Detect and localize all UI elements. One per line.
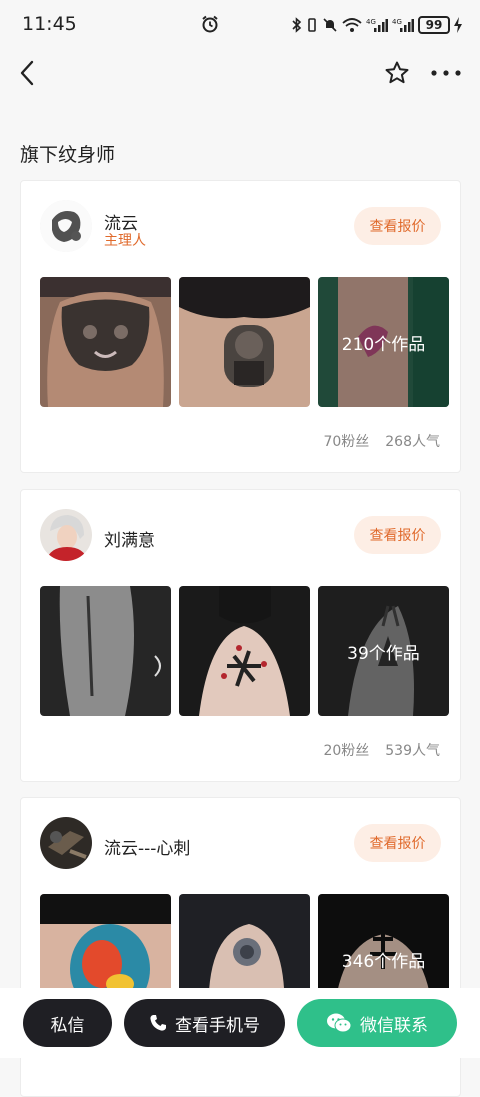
private-message-label: 私信 <box>50 1015 85 1036</box>
artist-stats: 20粉丝 539人气 <box>323 740 440 760</box>
svg-text:4G: 4G <box>366 18 376 26</box>
status-time: 11:45 <box>22 13 77 35</box>
bluetooth-icon <box>292 17 302 33</box>
view-quote-button[interactable]: 查看报价 <box>354 824 441 862</box>
artist-stats: 70粉丝 268人气 <box>323 431 440 451</box>
top-nav <box>0 50 480 96</box>
bottom-action-bar: 私信 查看手机号 微信联系 <box>0 988 480 1058</box>
battery-indicator: 99 <box>418 16 450 34</box>
artist-card[interactable]: 刘满意 查看报价 39个作品 20粉丝 539人气 <box>20 489 461 782</box>
popularity-count: 539人气 <box>385 743 440 759</box>
alarm-icon <box>202 15 218 33</box>
back-button[interactable] <box>12 56 42 90</box>
works-count[interactable]: 39个作品 <box>318 586 449 716</box>
more-button[interactable] <box>428 58 464 88</box>
favorite-button[interactable] <box>382 58 412 88</box>
works-count[interactable]: 210个作品 <box>318 277 449 407</box>
work-photo[interactable] <box>40 586 171 716</box>
work-photo[interactable] <box>179 277 310 407</box>
view-phone-label: 查看手机号 <box>175 1015 260 1036</box>
mute-bell-icon <box>323 18 337 32</box>
works-gallery: 39个作品 <box>40 586 450 716</box>
signal-icon-2: 4G <box>392 18 414 32</box>
avatar[interactable] <box>40 200 92 252</box>
work-photo[interactable] <box>179 586 310 716</box>
view-quote-button[interactable]: 查看报价 <box>354 516 441 554</box>
charging-icon <box>454 17 462 33</box>
fans-count: 70粉丝 <box>323 434 370 450</box>
phone-icon <box>150 1015 166 1031</box>
wechat-contact-button[interactable]: 微信联系 <box>297 999 457 1047</box>
section-title: 旗下纹身师 <box>20 144 116 166</box>
work-photo[interactable]: 39个作品 <box>318 586 449 716</box>
chevron-left-icon <box>20 60 34 86</box>
star-icon <box>385 61 409 84</box>
artist-name: 刘满意 <box>104 531 155 551</box>
fans-count: 20粉丝 <box>323 743 370 759</box>
vibrate-icon <box>308 18 316 32</box>
artist-card[interactable]: 流云 主理人 查看报价 210个作品 70粉丝 268人气 <box>20 180 461 473</box>
signal-icon: 4G <box>366 18 388 32</box>
wechat-contact-label: 微信联系 <box>360 1015 428 1036</box>
popularity-count: 268人气 <box>385 434 440 450</box>
avatar[interactable] <box>40 817 92 869</box>
avatar[interactable] <box>40 509 92 561</box>
svg-text:4G: 4G <box>392 18 402 26</box>
view-phone-button[interactable]: 查看手机号 <box>124 999 285 1047</box>
status-icons: 4G 4G 99 <box>292 14 462 36</box>
wechat-icon <box>327 1013 352 1033</box>
view-quote-button[interactable]: 查看报价 <box>354 207 441 245</box>
work-photo[interactable]: 210个作品 <box>318 277 449 407</box>
artist-role: 主理人 <box>104 233 146 249</box>
work-photo[interactable] <box>40 277 171 407</box>
wifi-icon <box>342 18 362 32</box>
private-message-button[interactable]: 私信 <box>23 999 112 1047</box>
works-gallery: 210个作品 <box>40 277 450 407</box>
more-dots-icon <box>431 70 461 76</box>
status-bar: 11:45 4G 4G 99 <box>0 0 480 50</box>
artist-name: 流云---心刺 <box>104 839 191 859</box>
